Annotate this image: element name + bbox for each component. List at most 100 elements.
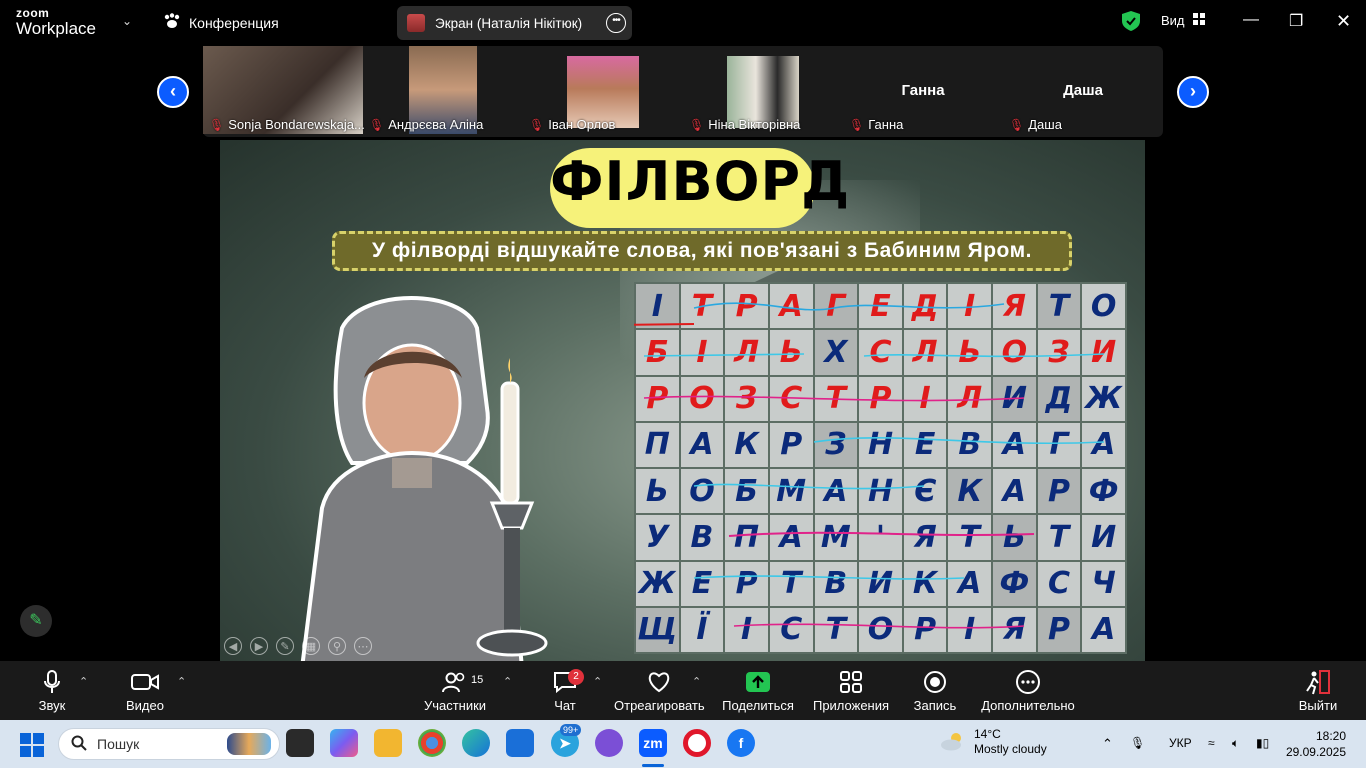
grid-cell: Ж — [1082, 376, 1125, 421]
record-button[interactable]: Запись — [910, 667, 960, 713]
previous-participants-button[interactable]: ‹ — [157, 76, 189, 108]
participants-options-caret[interactable]: ⌃ — [503, 675, 512, 688]
conference-label: Конференция — [189, 14, 279, 31]
participant-tile[interactable]: Даша 🎙︎ Даша — [1003, 46, 1163, 134]
grid-cell: З — [1037, 330, 1081, 375]
zoom-taskbar-icon[interactable]: zm — [639, 729, 667, 757]
grid-cell: И — [859, 561, 902, 606]
file-explorer-icon[interactable] — [374, 729, 402, 757]
battery-icon[interactable]: ▮▯ — [1256, 736, 1269, 750]
annotate-pen-icon[interactable]: ✎ — [20, 605, 52, 637]
volume-icon[interactable]: 🔈︎ — [1232, 736, 1239, 751]
edge-icon[interactable] — [462, 729, 490, 757]
grid-cell: Д — [1037, 376, 1081, 421]
mic-muted-icon: 🎙︎ — [689, 117, 705, 132]
grid-cell: Р — [903, 607, 947, 652]
grid-cell: З — [814, 422, 858, 467]
conference-menu[interactable]: Конференция — [163, 13, 279, 32]
participant-tile[interactable]: 🎙︎ Sonja Bondarewskaja... — [203, 46, 365, 134]
video-camera-icon — [120, 667, 170, 697]
more-button[interactable]: Дополнительно — [980, 667, 1076, 713]
participant-name: Даша — [1028, 117, 1062, 132]
grid-cell: І — [948, 284, 992, 329]
facebook-icon[interactable]: f — [727, 729, 755, 757]
next-participants-button[interactable]: › — [1177, 76, 1209, 108]
taskbar-search[interactable]: Пошук — [58, 728, 280, 760]
shared-screen: ФІЛВОРД У філворді відшукайте слова, які… — [220, 140, 1145, 661]
search-icon — [71, 735, 87, 754]
grid-cell: О — [1082, 284, 1125, 329]
chat-options-caret[interactable]: ⌃ — [593, 675, 602, 688]
chrome-icon[interactable] — [418, 729, 446, 757]
audio-button[interactable]: Звук — [30, 667, 74, 713]
grid-cell: Х — [814, 330, 858, 375]
grid-cell: Т — [948, 515, 992, 560]
audio-options-caret[interactable]: ⌃ — [79, 675, 88, 688]
participant-placeholder-name: Даша — [1063, 82, 1103, 99]
minimize-icon[interactable]: — — [1243, 11, 1259, 29]
grid-cell: А — [1082, 607, 1125, 652]
zoom-slide-icon[interactable]: ⚲ — [328, 637, 346, 655]
clock[interactable]: 18:20 29.09.2025 — [1286, 728, 1346, 760]
grid-cell: Л — [725, 330, 768, 375]
weather-widget[interactable]: 14°C Mostly cloudy — [940, 727, 1047, 757]
wifi-icon[interactable]: ≈ — [1208, 736, 1215, 750]
leave-button[interactable]: Выйти — [1296, 667, 1340, 713]
react-button[interactable]: Отреагировать — [614, 667, 705, 713]
previous-slide-icon[interactable]: ◀ — [224, 637, 242, 655]
screen-share-indicator[interactable]: Экран (Наталія Нікітюк) ••• — [397, 6, 632, 40]
next-slide-icon[interactable]: ▶ — [250, 637, 268, 655]
share-screen-button[interactable]: Поделиться — [722, 667, 794, 713]
clock-date: 29.09.2025 — [1285, 745, 1346, 759]
video-button[interactable]: Видео — [120, 667, 170, 713]
store-icon[interactable] — [506, 729, 534, 757]
microphone-tray-icon[interactable]: 🎙︎ — [1130, 736, 1145, 750]
leave-icon — [1296, 667, 1340, 697]
zoom-logo: zoom Workplace — [16, 6, 96, 38]
grid-cell: І — [680, 330, 724, 375]
participant-tile[interactable]: 🎙︎ Іван Орлов — [523, 46, 683, 134]
title-bar: zoom Workplace ⌄ Конференция Экран (Ната… — [0, 0, 1366, 46]
grid-cell: Т — [1037, 515, 1081, 560]
more-options-icon[interactable]: ••• — [606, 13, 626, 33]
grid-cell: К — [903, 561, 947, 606]
close-icon[interactable]: ✕ — [1336, 11, 1351, 32]
windows-taskbar: Пошук ➤ 99+ zm f 14°C Mostly cloudy ⌃ 🎙︎… — [0, 720, 1366, 768]
participant-tile[interactable]: 🎙︎ Андрєєва Аліна — [363, 46, 523, 134]
viber-icon[interactable] — [595, 729, 623, 757]
grid-cell: ' — [859, 515, 902, 560]
grid-cell: С — [859, 330, 902, 375]
grid-cell: І — [948, 607, 992, 652]
grid-cell: Б — [636, 330, 679, 375]
copilot-icon[interactable] — [330, 729, 358, 757]
participant-tile[interactable]: Ганна 🎙︎ Ганна — [843, 46, 1003, 134]
grid-cell: Я — [993, 607, 1036, 652]
weather-desc: Mostly cloudy — [974, 742, 1047, 756]
active-app-indicator — [642, 764, 664, 767]
windows-start-icon[interactable] — [20, 733, 44, 762]
microphone-icon — [30, 667, 74, 697]
opera-icon[interactable] — [683, 729, 711, 757]
view-menu[interactable]: Вид — [1161, 13, 1205, 28]
participant-tile[interactable]: 🎙︎ Ніна Вікторівна — [683, 46, 843, 134]
slides-overview-icon[interactable]: ▦ — [302, 637, 320, 655]
react-options-caret[interactable]: ⌃ — [692, 675, 701, 688]
slide-more-icon[interactable]: ⋯ — [354, 637, 372, 655]
mic-muted-icon: 🎙︎ — [849, 117, 865, 132]
tray-overflow-icon[interactable]: ⌃ — [1102, 736, 1113, 752]
language-indicator[interactable]: УКР — [1169, 736, 1192, 750]
grid-cell: І — [636, 284, 679, 329]
grid-cell: Ф — [1082, 469, 1125, 514]
video-options-caret[interactable]: ⌃ — [177, 675, 186, 688]
pen-tool-icon[interactable]: ✎ — [276, 637, 294, 655]
grid-cell: Р — [725, 284, 768, 329]
maximize-icon[interactable]: ❐ — [1289, 11, 1303, 31]
participant-name: Іван Орлов — [548, 117, 616, 132]
mic-muted-icon: 🎙︎ — [1009, 117, 1025, 132]
chevron-down-icon[interactable]: ⌄ — [122, 14, 132, 28]
heart-icon — [614, 667, 704, 697]
grid-cell: О — [993, 330, 1036, 375]
task-view-icon[interactable] — [286, 729, 314, 757]
shield-check-icon[interactable] — [1122, 11, 1140, 36]
apps-button[interactable]: Приложения — [812, 667, 890, 713]
